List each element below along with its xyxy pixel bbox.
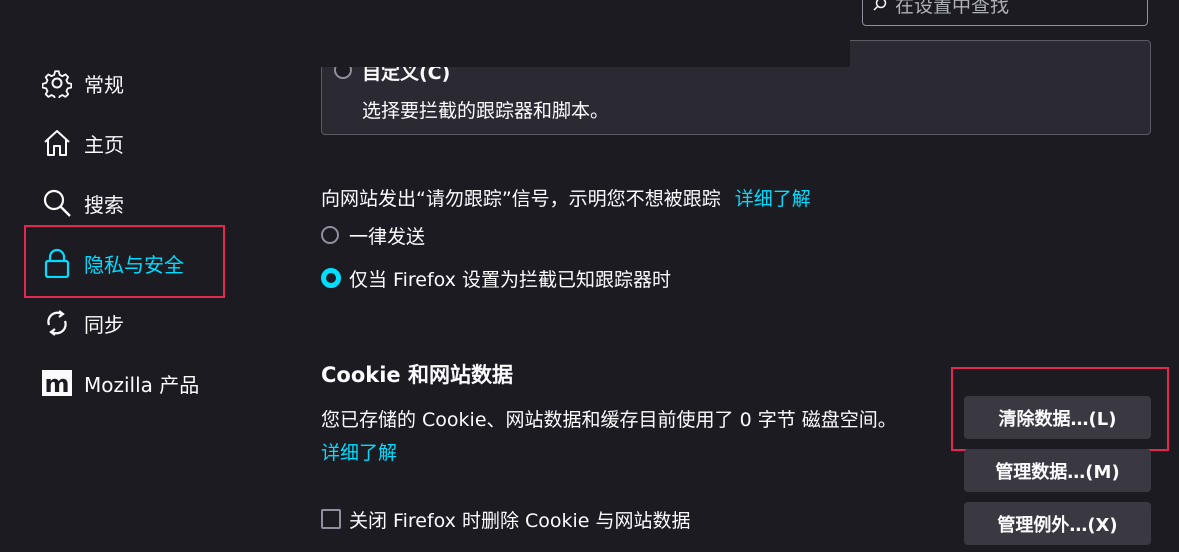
- sidebar-item-label: 主页: [84, 132, 124, 157]
- delete-on-close-checkbox[interactable]: [321, 509, 341, 529]
- clear-data-button[interactable]: 清除数据…(L): [964, 396, 1151, 439]
- sidebar-item-search[interactable]: 搜索: [42, 183, 124, 223]
- cookies-section-title: Cookie 和网站数据: [321, 363, 513, 387]
- search-icon: [873, 0, 887, 11]
- cookies-usage-text: 您已存储的 Cookie、网站数据和缓存目前使用了 0 字节 磁盘空间。: [321, 409, 897, 431]
- cookies-learn-more-link[interactable]: 详细了解: [321, 438, 397, 465]
- search-icon: [42, 188, 72, 218]
- dnt-when-blocking-label: 仅当 Firefox 设置为拦截已知跟踪器时: [349, 269, 671, 291]
- sidebar-item-label: 同步: [84, 312, 124, 337]
- dnt-always-radio[interactable]: [321, 226, 339, 244]
- settings-search-box[interactable]: [862, 0, 1148, 26]
- dnt-description-line: 向网站发出“请勿跟踪”信号，示明您不想被跟踪 详细了解: [321, 184, 811, 211]
- sidebar-item-home[interactable]: 主页: [42, 123, 124, 163]
- sidebar-item-label: 搜索: [84, 192, 124, 217]
- manage-data-button[interactable]: 管理数据…(M): [964, 449, 1151, 492]
- home-icon: [42, 128, 72, 158]
- sidebar-item-sync[interactable]: 同步: [42, 303, 124, 343]
- sidebar-item-privacy[interactable]: 隐私与安全: [42, 243, 184, 283]
- mozilla-logo-icon: m: [42, 368, 72, 398]
- sidebar-item-general[interactable]: 常规: [42, 63, 124, 103]
- sidebar-item-label: 隐私与安全: [84, 252, 184, 277]
- sidebar-item-mozilla-products[interactable]: m Mozilla 产品: [42, 363, 199, 403]
- dnt-always-label: 一律发送: [349, 226, 426, 248]
- search-input[interactable]: [895, 0, 1135, 19]
- delete-on-close-label: 关闭 Firefox 时删除 Cookie 与网站数据: [349, 510, 691, 532]
- sidebar-item-label: Mozilla 产品: [84, 372, 200, 397]
- sync-icon: [42, 308, 72, 338]
- gear-icon: [42, 68, 72, 98]
- dnt-description: 向网站发出“请勿跟踪”信号，示明您不想被跟踪: [321, 188, 721, 210]
- lock-icon: [42, 248, 72, 278]
- dnt-when-blocking-radio[interactable]: [321, 268, 341, 288]
- header-overlay: [300, 0, 850, 67]
- custom-description: 选择要拦截的跟踪器和脚本。: [362, 100, 610, 122]
- sidebar-item-label: 常规: [84, 72, 124, 97]
- svg-text:m: m: [44, 370, 69, 398]
- manage-exceptions-button[interactable]: 管理例外…(X): [964, 502, 1151, 545]
- dnt-learn-more-link[interactable]: 详细了解: [735, 188, 811, 210]
